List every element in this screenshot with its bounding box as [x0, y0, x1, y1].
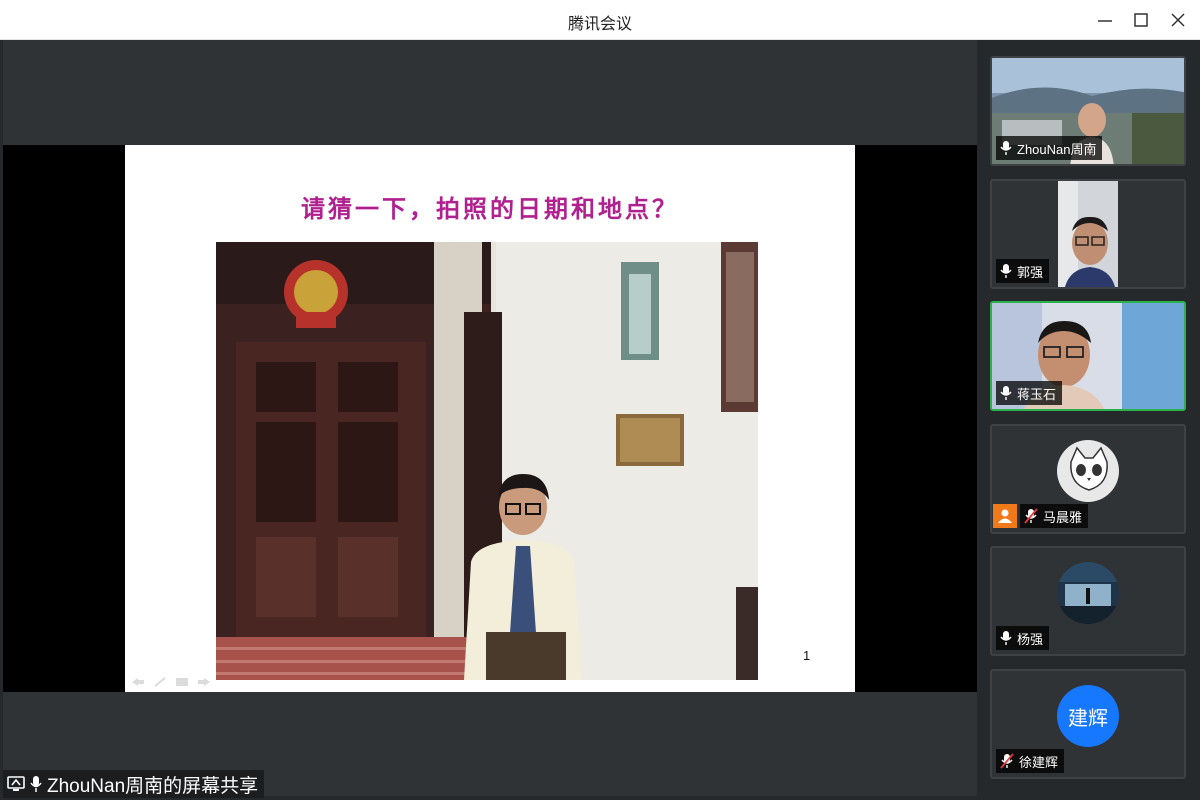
minimize-button[interactable]: [1091, 8, 1119, 32]
participant-name-tag: 马晨雅: [1020, 504, 1089, 528]
avatar-initials: 建辉: [1068, 705, 1108, 730]
screen-share-label: ZhouNan周南的屏幕共享: [47, 775, 259, 797]
maximize-icon: [1134, 13, 1148, 27]
close-button[interactable]: [1164, 8, 1192, 32]
photo-avatar: [1057, 562, 1119, 624]
participant-name-tag: 郭强: [996, 259, 1050, 283]
slide-photo: [216, 242, 758, 680]
participant-tile[interactable]: 郭强: [990, 179, 1186, 289]
window-title: 腾讯会议: [567, 14, 632, 33]
participant-name: ZhouNan周南: [1017, 141, 1097, 157]
participant-video: [1058, 181, 1118, 287]
screen-share-icon: [7, 776, 25, 791]
screen-share-indicator[interactable]: ZhouNan周南的屏幕共享: [3, 770, 265, 798]
mic-icon: [30, 776, 42, 792]
user-avatar-badge: [993, 504, 1017, 528]
slide-nav-toolbar: [131, 672, 211, 687]
participant-tile-speaking[interactable]: 蒋玉石: [990, 301, 1186, 411]
next-slide-icon[interactable]: [197, 672, 211, 686]
mic-icon: [1000, 264, 1012, 278]
participant-tile[interactable]: 马晨雅: [990, 424, 1186, 534]
participant-name: 杨强: [1017, 631, 1044, 647]
participant-name-tag: 杨强: [996, 626, 1050, 650]
participant-name: 蒋玉石: [1017, 386, 1057, 402]
participant-tile[interactable]: 杨强: [990, 546, 1186, 656]
window-titlebar: 腾讯会议: [0, 0, 1200, 40]
participant-name-tag: 蒋玉石: [996, 381, 1063, 405]
menu-icon[interactable]: [175, 672, 189, 686]
text-avatar: 建辉: [1057, 685, 1119, 747]
mic-icon: [1000, 386, 1012, 400]
slide-page-number: 1: [803, 648, 811, 663]
close-icon: [1171, 13, 1185, 27]
consulate-photo-image: [216, 242, 758, 680]
participant-name-tag: 徐建辉: [996, 749, 1065, 773]
minimize-icon: [1098, 20, 1112, 22]
participant-tile[interactable]: ZhouNan周南: [990, 56, 1186, 166]
participant-name: 郭强: [1017, 264, 1044, 280]
cat-avatar-image: [1057, 440, 1119, 502]
slide-title: 请猜一下，拍照的日期和地点？: [301, 194, 679, 223]
participant-tile[interactable]: 建辉 徐建辉: [990, 669, 1186, 779]
mic-muted-icon: [1024, 508, 1038, 524]
maximize-button[interactable]: [1127, 8, 1155, 32]
pen-icon[interactable]: [153, 672, 167, 687]
participant-name-tag: ZhouNan周南: [996, 136, 1103, 160]
previous-slide-icon[interactable]: [131, 672, 145, 686]
mic-muted-icon: [1000, 753, 1014, 769]
cat-avatar: [1057, 440, 1119, 502]
user-icon: [998, 509, 1012, 523]
participant-name: 徐建辉: [1019, 754, 1059, 770]
mic-icon: [1000, 631, 1012, 645]
photo-avatar-image: [1057, 562, 1119, 624]
mic-icon: [1000, 141, 1012, 155]
shared-slide: 请猜一下，拍照的日期和地点？ 1: [125, 145, 855, 692]
participant-name: 马晨雅: [1043, 509, 1083, 525]
